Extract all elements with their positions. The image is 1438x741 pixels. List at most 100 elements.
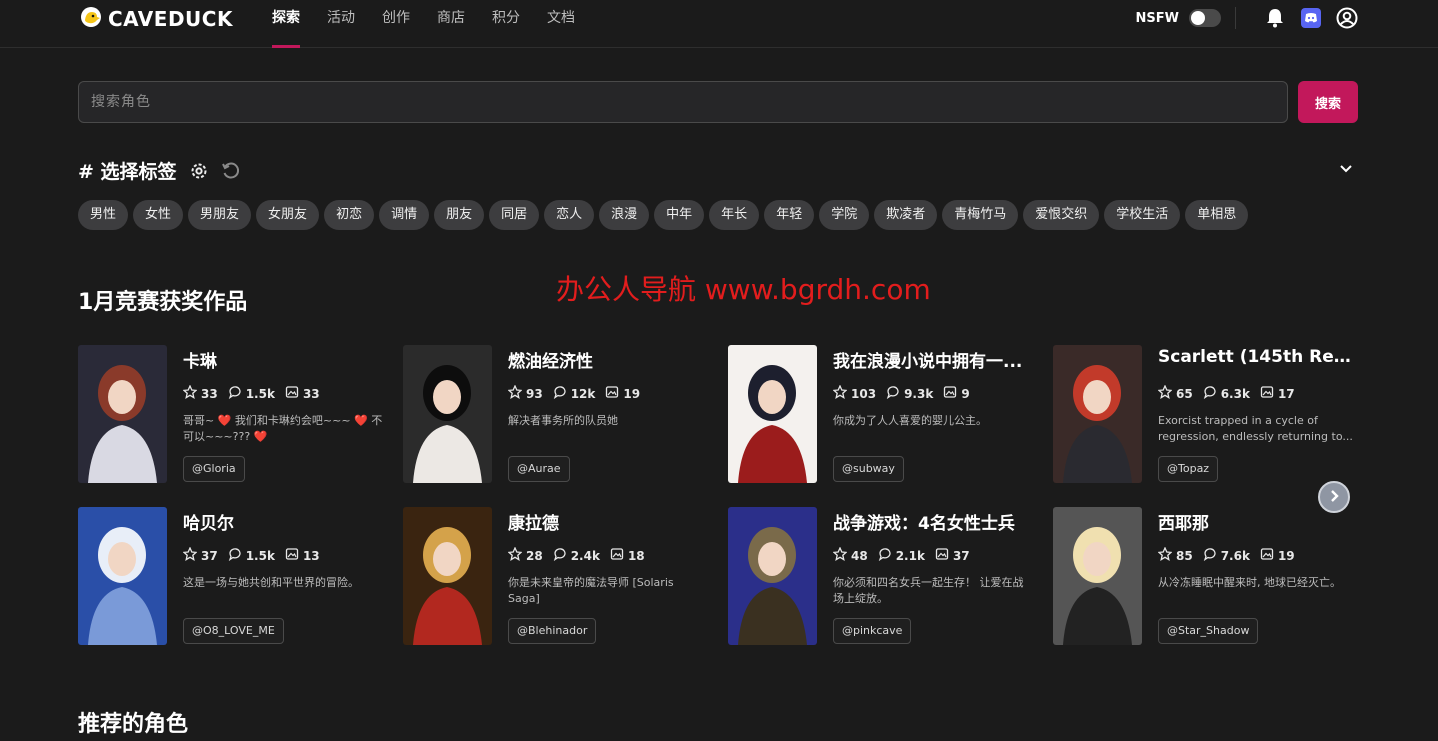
brand-logo[interactable]: CAVEDUCK <box>80 6 233 32</box>
gear-icon[interactable] <box>189 161 209 181</box>
bell-icon[interactable] <box>1264 7 1286 29</box>
author-badge[interactable]: @Blehinador <box>508 618 597 644</box>
images-count: 33 <box>302 386 320 401</box>
tag-chip[interactable]: 爱恨交织 <box>1023 200 1100 230</box>
tag-chip[interactable]: 朋友 <box>434 200 485 230</box>
search-input[interactable] <box>78 81 1288 123</box>
tag-chip[interactable]: 学院 <box>819 200 870 230</box>
tag-chip[interactable]: 年长 <box>709 200 760 230</box>
star-icon <box>832 546 851 564</box>
author-badge[interactable]: @O8_LOVE_ME <box>183 618 284 644</box>
author-badge[interactable]: @Aurae <box>508 456 570 482</box>
character-card[interactable]: 卡琳 33 1.5k 33 哥哥~ ❤️ 我们和卡琳约会吧~~~ ❤️ 不可以~~~??… <box>78 345 382 485</box>
reset-icon[interactable] <box>221 161 241 181</box>
character-name[interactable]: 我在浪漫小说中拥有一... <box>833 347 1033 372</box>
character-thumbnail[interactable] <box>403 345 492 483</box>
character-name[interactable]: 燃油经济性 <box>508 347 708 372</box>
author-badge[interactable]: @Star_Shadow <box>1158 618 1259 644</box>
star-icon <box>507 546 526 564</box>
chevron-down-icon[interactable] <box>1338 160 1354 176</box>
chat-bubble-icon <box>553 547 571 564</box>
nav-item-docs[interactable]: 文档 <box>547 0 575 48</box>
character-card[interactable]: 康拉德 28 2.4k 18 你是未来皇帝的魔法导师 [Solaris Saga] @Bl… <box>403 507 703 647</box>
image-icon <box>935 547 953 564</box>
nav-item-store[interactable]: 商店 <box>437 0 465 48</box>
tag-chip[interactable]: 单相思 <box>1185 200 1249 230</box>
tag-chip[interactable]: 调情 <box>379 200 430 230</box>
tag-chip[interactable]: 女朋友 <box>256 200 320 230</box>
nav-item-explore[interactable]: 探索 <box>272 0 300 48</box>
star-icon <box>1157 546 1176 564</box>
images-count: 19 <box>623 386 641 401</box>
character-description: 从冷冻睡眠中醒来时, 地球已经灭亡。 <box>1158 576 1341 589</box>
chat-bubble-icon <box>553 385 571 402</box>
images-count: 18 <box>627 548 645 563</box>
character-card[interactable]: 西耶那 85 7.6k 19 从冷冻睡眠中醒来时, 地球已经灭亡。 @Star_Shado… <box>1053 507 1353 647</box>
tag-chip[interactable]: 学校生活 <box>1104 200 1181 230</box>
character-card[interactable]: 哈贝尔 37 1.5k 13 这是一场与她共创和平世界的冒险。 @O8_LOVE_ME <box>78 507 378 647</box>
character-description: 你成为了人人喜爱的婴儿公主。 <box>833 414 987 427</box>
chats-stat: 1.5k <box>228 547 275 564</box>
tag-chip[interactable]: 青梅竹马 <box>942 200 1019 230</box>
character-description: Exorcist trapped in a cycle of regressio… <box>1158 414 1353 443</box>
character-thumbnail[interactable] <box>1053 507 1142 645</box>
tag-chip[interactable]: 中年 <box>654 200 705 230</box>
stars-count: 65 <box>1176 386 1193 401</box>
tag-chip[interactable]: 恋人 <box>544 200 595 230</box>
watermark-text: 办公人导航 www.bgrdh.com <box>556 273 931 306</box>
author-badge[interactable]: @Topaz <box>1158 456 1219 482</box>
images-stat: 19 <box>605 385 640 402</box>
stars-stat: 93 <box>507 384 543 402</box>
character-name[interactable]: 战争游戏：4名女性士兵 <box>833 509 1033 534</box>
discord-icon[interactable] <box>1300 7 1322 29</box>
character-stats: 85 7.6k 19 <box>1157 546 1305 564</box>
character-thumbnail[interactable] <box>78 507 167 645</box>
tag-chip[interactable]: 同居 <box>489 200 540 230</box>
nav-item-events[interactable]: 活动 <box>327 0 355 48</box>
character-thumbnail[interactable] <box>403 507 492 645</box>
user-icon[interactable] <box>1336 7 1358 29</box>
tag-chip[interactable]: 女性 <box>133 200 184 230</box>
character-name[interactable]: Scarlett (145th Regres... <box>1158 347 1358 367</box>
carousel-next-button[interactable] <box>1318 481 1350 513</box>
chevron-right-icon <box>1327 488 1341 507</box>
character-name[interactable]: 西耶那 <box>1158 509 1358 534</box>
character-thumbnail[interactable] <box>78 345 167 483</box>
character-card[interactable]: 战争游戏：4名女性士兵 48 2.1k 37 你必须和四名女兵一起生存！ 让爱在战场上绽… <box>728 507 1028 647</box>
character-card[interactable]: Scarlett (145th Regres... 65 6.3k 17 Exorcis… <box>1053 345 1358 485</box>
nsfw-toggle[interactable] <box>1189 9 1221 27</box>
nav-item-points[interactable]: 积分 <box>492 0 520 48</box>
search-button[interactable]: 搜索 <box>1298 81 1358 123</box>
character-name[interactable]: 哈贝尔 <box>183 509 383 534</box>
tag-chip[interactable]: 初恋 <box>324 200 375 230</box>
images-stat: 13 <box>285 547 320 564</box>
character-thumbnail[interactable] <box>728 345 817 483</box>
stars-stat: 65 <box>1157 384 1193 402</box>
character-description: 这是一场与她共创和平世界的冒险。 <box>183 576 359 589</box>
author-badge[interactable]: @Gloria <box>183 456 245 482</box>
character-card[interactable]: 燃油经济性 93 12k 19 解决者事务所的队员她 @Aurae <box>403 345 703 485</box>
character-name[interactable]: 康拉德 <box>508 509 708 534</box>
character-thumbnail[interactable] <box>728 507 817 645</box>
images-stat: 9 <box>943 385 970 402</box>
tag-chip[interactable]: 欺凌者 <box>874 200 938 230</box>
character-thumbnail[interactable] <box>1053 345 1142 483</box>
tag-chip[interactable]: 男朋友 <box>188 200 252 230</box>
chats-count: 2.4k <box>570 548 600 563</box>
stars-stat: 33 <box>182 384 218 402</box>
tag-chip[interactable]: 浪漫 <box>599 200 650 230</box>
tag-chip[interactable]: 男性 <box>78 200 129 230</box>
images-count: 9 <box>961 386 970 401</box>
images-stat: 33 <box>285 385 320 402</box>
author-badge[interactable]: @subway <box>833 456 904 482</box>
tags-title: # 选择标签 <box>78 161 177 183</box>
author-badge[interactable]: @pinkcave <box>833 618 912 644</box>
tag-chip[interactable]: 年轻 <box>764 200 815 230</box>
character-stats: 48 2.1k 37 <box>832 546 980 564</box>
character-name[interactable]: 卡琳 <box>183 347 383 372</box>
images-stat: 17 <box>1260 385 1295 402</box>
character-card[interactable]: 我在浪漫小说中拥有一... 103 9.3k 9 你成为了人人喜爱的婴儿公主。 @subw… <box>728 345 1028 485</box>
nav-item-create[interactable]: 创作 <box>382 0 410 48</box>
chat-bubble-icon <box>878 547 896 564</box>
stars-count: 103 <box>851 386 877 401</box>
